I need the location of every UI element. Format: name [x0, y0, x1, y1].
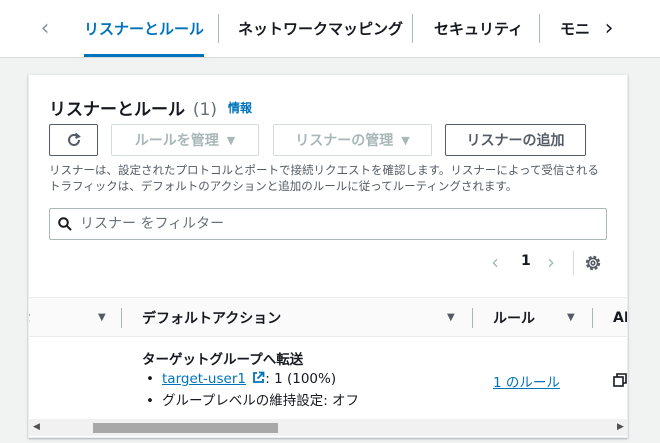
- info-link[interactable]: 情報: [228, 99, 252, 116]
- stickiness-setting: グループレベルの維持設定: オフ: [162, 393, 360, 409]
- tab-divider: [412, 14, 413, 43]
- column-divider[interactable]: [121, 308, 122, 328]
- caret-down-icon: ▼: [226, 133, 236, 147]
- page-next-icon[interactable]: ›: [547, 250, 555, 274]
- page-prev-icon[interactable]: ‹: [491, 250, 499, 274]
- rules-link[interactable]: 1 のルール: [493, 371, 560, 391]
- scroll-left-icon[interactable]: ◀: [33, 422, 40, 432]
- pager-divider: [573, 251, 574, 275]
- column-divider[interactable]: [592, 308, 593, 328]
- target-group-link[interactable]: target-user1: [162, 371, 246, 387]
- scrollbar-thumb[interactable]: [93, 423, 278, 433]
- sort-caret-icon[interactable]: ▼: [567, 312, 575, 323]
- manage-rules-label: ルールを管理: [134, 133, 219, 149]
- refresh-button[interactable]: [49, 124, 98, 156]
- manage-rules-button[interactable]: ルールを管理 ▼: [111, 124, 259, 156]
- tab-divider: [218, 14, 219, 43]
- manage-listener-label: リスナーの管理: [295, 133, 394, 149]
- chevron-right-icon[interactable]: ›: [594, 0, 624, 57]
- refresh-icon: [67, 132, 81, 146]
- tab-network-mapping[interactable]: ネットワークマッピング: [238, 0, 403, 57]
- column-header-protocol-port[interactable]: t: [29, 298, 30, 338]
- panel-title-text: リスナーとルール: [49, 100, 185, 120]
- default-action-title: ターゲットグループへ転送: [142, 352, 304, 368]
- search-icon: [58, 217, 72, 231]
- panel-description: リスナーは、設定されたプロトコルとポートで接続リクエストを確認します。リスナーに…: [49, 163, 599, 193]
- filter-input[interactable]: [80, 216, 580, 232]
- column-divider[interactable]: [472, 308, 473, 328]
- target-group-weight: : 1 (100%): [265, 371, 337, 387]
- list-item: target-user1 : 1 (100%): [142, 368, 359, 390]
- column-header-rules[interactable]: ルール: [493, 298, 535, 338]
- gear-icon[interactable]: [584, 254, 602, 272]
- listeners-panel: リスナーとルール (1) 情報 ルールを管理 ▼ リスナーの管理 ▼ リスナーの…: [28, 74, 628, 438]
- copy-icon[interactable]: [613, 373, 627, 387]
- tab-security[interactable]: セキュリティ: [434, 0, 523, 57]
- list-item: グループレベルの維持設定: オフ: [142, 390, 359, 412]
- horizontal-scrollbar[interactable]: ◀ ▶: [29, 419, 627, 436]
- current-page[interactable]: 1: [521, 253, 531, 269]
- tab-divider: [539, 14, 540, 43]
- listener-count: (1): [192, 100, 218, 120]
- add-listener-button[interactable]: リスナーの追加: [445, 124, 586, 156]
- tab-listeners-and-rules[interactable]: リスナーとルール: [84, 0, 205, 57]
- caret-down-icon: ▼: [401, 133, 410, 147]
- chevron-left-icon[interactable]: ‹: [30, 0, 60, 57]
- column-header-default-action[interactable]: デフォルトアクション: [142, 298, 281, 338]
- panel-title: リスナーとルール (1): [49, 95, 217, 120]
- tab-bar: ‹ リスナーとルール ネットワークマッピング セキュリティ モニ ›: [0, 0, 660, 58]
- listener-filter[interactable]: [49, 208, 607, 240]
- default-action-details: target-user1 : 1 (100%) グループレベルの維持設定: オフ: [142, 368, 359, 412]
- manage-listener-button[interactable]: リスナーの管理 ▼: [273, 124, 432, 156]
- table-header: t ▼ デフォルトアクション ▼ ルール ▼ AR: [29, 297, 627, 338]
- scroll-right-icon[interactable]: ▶: [617, 422, 624, 432]
- sort-caret-icon[interactable]: ▼: [447, 312, 455, 323]
- sort-caret-icon[interactable]: ▼: [98, 312, 106, 323]
- external-link-icon[interactable]: [252, 371, 265, 384]
- tab-monitoring[interactable]: モニ: [560, 0, 590, 57]
- column-header-arn[interactable]: AR: [613, 298, 627, 338]
